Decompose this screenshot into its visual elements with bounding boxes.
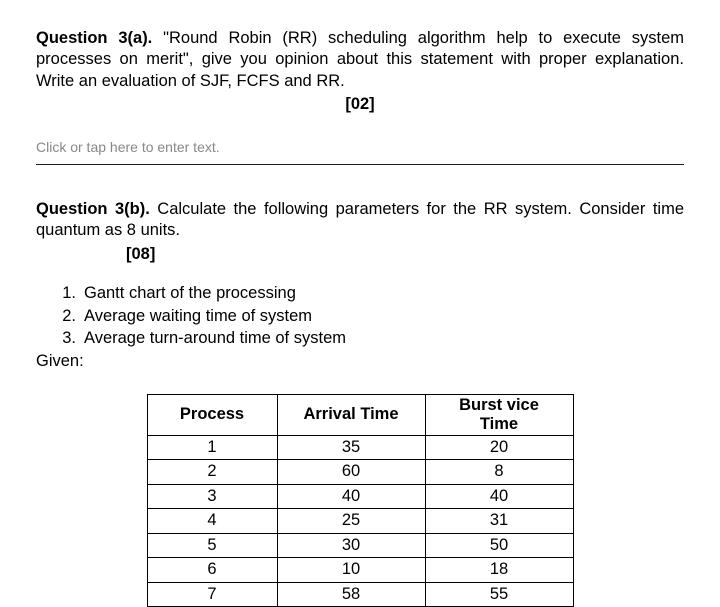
table-row: 13520 — [147, 435, 573, 459]
list-number: 3. — [50, 328, 76, 349]
list-item-text: Gantt chart of the processing — [84, 284, 296, 302]
cell-process: 3 — [147, 484, 277, 508]
cell-burst: 18 — [425, 558, 573, 582]
section-divider — [36, 164, 684, 165]
cell-process: 4 — [147, 509, 277, 533]
cell-process: 5 — [147, 533, 277, 557]
question-3a-label: Question 3(a). — [36, 29, 152, 47]
question-3b-label: Question 3(b). — [36, 200, 150, 218]
cell-arrival: 60 — [277, 460, 425, 484]
list-item: 3. Average turn-around time of system — [50, 328, 684, 349]
list-item: 1. Gantt chart of the processing — [50, 283, 684, 304]
list-item: 2. Average waiting time of system — [50, 306, 684, 327]
process-table-wrap: Process Arrival Time Burst vice Time 135… — [36, 394, 684, 607]
cell-process: 2 — [147, 460, 277, 484]
table-header-row: Process Arrival Time Burst vice Time — [147, 395, 573, 436]
header-process: Process — [147, 395, 277, 436]
table-row: 2608 — [147, 460, 573, 484]
list-item-text: Average turn-around time of system — [84, 329, 346, 347]
answer-input-placeholder[interactable]: Click or tap here to enter text. — [36, 138, 684, 156]
cell-arrival: 30 — [277, 533, 425, 557]
header-burst-line1: Burst vice — [432, 396, 567, 415]
cell-arrival: 25 — [277, 509, 425, 533]
cell-burst: 50 — [425, 533, 573, 557]
list-item-text: Average waiting time of system — [84, 307, 312, 325]
header-burst-line2: Time — [432, 415, 567, 434]
cell-burst: 31 — [425, 509, 573, 533]
cell-arrival: 35 — [277, 435, 425, 459]
question-3a-marks: [02] — [36, 94, 684, 115]
cell-burst: 40 — [425, 484, 573, 508]
cell-arrival: 40 — [277, 484, 425, 508]
question-3b-marks: [08] — [36, 244, 684, 265]
question-3a-header: Question 3(a). "Round Robin (RR) schedul… — [36, 28, 684, 92]
cell-process: 6 — [147, 558, 277, 582]
given-label: Given: — [36, 351, 684, 372]
question-3b-header: Question 3(b). Calculate the following p… — [36, 199, 684, 242]
table-row: 53050 — [147, 533, 573, 557]
table-row: 42531 — [147, 509, 573, 533]
table-row: 34040 — [147, 484, 573, 508]
list-number: 2. — [50, 306, 76, 327]
header-burst: Burst vice Time — [425, 395, 573, 436]
cell-burst: 8 — [425, 460, 573, 484]
cell-burst: 20 — [425, 435, 573, 459]
cell-process: 1 — [147, 435, 277, 459]
process-table: Process Arrival Time Burst vice Time 135… — [147, 394, 574, 607]
list-number: 1. — [50, 283, 76, 304]
cell-arrival: 10 — [277, 558, 425, 582]
requirements-list: 1. Gantt chart of the processing 2. Averag… — [50, 283, 684, 349]
table-row: 61018 — [147, 558, 573, 582]
header-arrival: Arrival Time — [277, 395, 425, 436]
